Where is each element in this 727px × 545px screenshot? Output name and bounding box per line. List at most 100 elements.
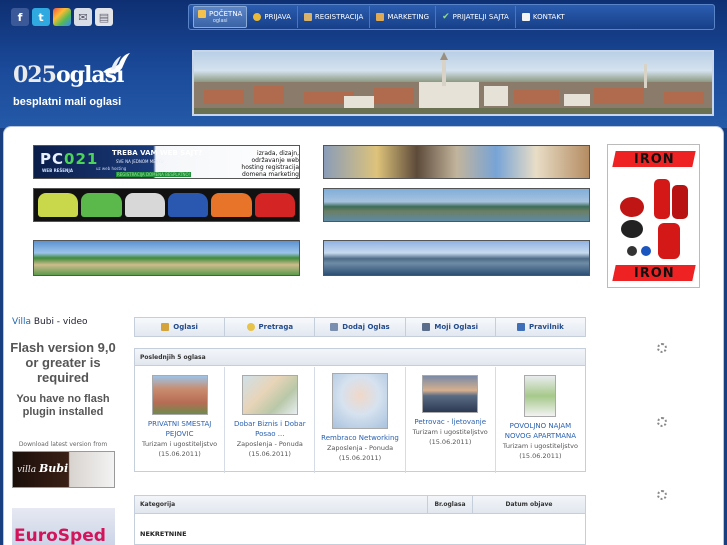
banner-collage-1[interactable] bbox=[323, 145, 590, 179]
listing-thumbnail[interactable] bbox=[151, 375, 208, 415]
home-icon bbox=[198, 10, 206, 18]
listing-date: (15.06.2011) bbox=[338, 454, 382, 462]
banner-fortress[interactable] bbox=[323, 188, 590, 222]
download-link[interactable]: Download latest version from bbox=[8, 441, 118, 448]
site-header: f t ✉ ▤ POČETNA oglasi PRIJAVA REGISTRAC… bbox=[0, 0, 727, 128]
nav-item-prijatelji-sajta[interactable]: ✔ PRIJATELJI SAJTA bbox=[436, 6, 516, 28]
flash-version-message: Flash version 9,0 or greater is required bbox=[10, 340, 116, 385]
tab-label: Pretraga bbox=[258, 323, 294, 331]
banner-cars[interactable] bbox=[33, 188, 300, 222]
iron-logo-bottom: IRON bbox=[612, 265, 696, 281]
listing-tabs: Oglasi Pretraga Dodaj Oglas Moji Oglasi … bbox=[134, 317, 586, 337]
banner-line4: REGISTRACIJA DOMENA BESPLATNO! bbox=[116, 172, 192, 177]
list-item[interactable]: POVOLJNO NAJAM NOVOG APARTMANA Turizam i… bbox=[496, 367, 585, 473]
my-listings-icon bbox=[422, 323, 431, 331]
eurosped-banner[interactable]: EuroSped bbox=[12, 508, 115, 545]
banner-headline: TREBA VAM WEB SAJT? bbox=[112, 149, 203, 157]
book-icon bbox=[517, 323, 526, 331]
category-table: Kategorija Br.oglasa Datum objave NEKRET… bbox=[134, 495, 586, 545]
latest-listings: Poslednjih 5 oglasa PRIVATNI SMESTAJ PEJ… bbox=[134, 348, 586, 473]
facebook-icon[interactable]: f bbox=[11, 8, 29, 26]
list-item[interactable]: Petrovac - ljetovanje Turizam i ugostite… bbox=[406, 367, 496, 473]
category-section-title: NEKRETNINE bbox=[140, 530, 187, 538]
tab-dodaj-oglas[interactable]: Dodaj Oglas bbox=[315, 318, 406, 336]
listing-thumbnail[interactable] bbox=[332, 373, 388, 429]
main-nav: POČETNA oglasi PRIJAVA REGISTRACIJA MARK… bbox=[188, 4, 715, 30]
column-header-count: Br.oglasa bbox=[428, 496, 473, 513]
folder-icon bbox=[303, 13, 312, 21]
banner-line2: SVE NA JEDNOM MESTU bbox=[116, 159, 164, 164]
add-listing-icon bbox=[330, 323, 339, 331]
banner-brand: PC021 bbox=[40, 150, 99, 168]
listing-title[interactable]: PRIVATNI SMESTAJ PEJOVIC bbox=[135, 419, 224, 439]
social-icons: f t ✉ ▤ bbox=[11, 8, 113, 26]
banner-lake[interactable] bbox=[323, 240, 590, 276]
dove-icon bbox=[103, 53, 130, 74]
banner-line3: uz web hosting bbox=[96, 166, 127, 171]
listing-thumbnail[interactable] bbox=[241, 375, 298, 415]
tab-label: Pravilnik bbox=[529, 323, 564, 331]
site-logo[interactable]: 025oglasi besplatni mali oglasi bbox=[13, 52, 133, 112]
tab-pretraga[interactable]: Pretraga bbox=[225, 318, 316, 336]
listing-title[interactable]: POVOLJNO NAJAM NOVOG APARTMANA bbox=[496, 421, 585, 441]
listing-date: (15.06.2011) bbox=[519, 452, 562, 460]
listing-category: Zaposlenja - Ponuda bbox=[326, 444, 394, 452]
listing-category: Turizam i ugostiteljstvo bbox=[412, 428, 488, 436]
check-icon: ✔ bbox=[442, 12, 450, 22]
twitter-icon[interactable]: t bbox=[32, 8, 50, 26]
tab-oglasi[interactable]: Oglasi bbox=[135, 318, 226, 336]
flash-missing-message: You have no flash plugin installed bbox=[16, 393, 110, 418]
nav-item-prijava[interactable]: PRIJAVA bbox=[247, 6, 298, 28]
tab-label: Moji Oglasi bbox=[434, 323, 479, 331]
nav-label: KONTAKT bbox=[532, 13, 565, 21]
delicious-icon[interactable] bbox=[53, 8, 71, 26]
key-icon bbox=[253, 13, 262, 21]
tab-label: Oglasi bbox=[173, 323, 198, 331]
nav-label: POČETNA bbox=[209, 10, 243, 18]
list-item[interactable]: Rembraco Networking Zaposlenja - Ponuda … bbox=[315, 367, 406, 473]
listing-title[interactable]: Rembraco Networking bbox=[315, 433, 404, 443]
panorama-buildings bbox=[194, 52, 712, 114]
tab-moji-oglasi[interactable]: Moji Oglasi bbox=[405, 318, 496, 336]
listing-title[interactable]: Petrovac - ljetovanje bbox=[406, 417, 495, 427]
listing-date: (15.06.2011) bbox=[158, 450, 201, 458]
listing-thumbnail[interactable] bbox=[422, 375, 479, 413]
listing-title[interactable]: Dobar Biznis i Dobar Posao ... bbox=[225, 419, 314, 439]
home-icon bbox=[161, 323, 170, 331]
eurosped-logo: EuroSped bbox=[14, 526, 106, 545]
tab-pravilnik[interactable]: Pravilnik bbox=[495, 318, 586, 336]
nav-label: PRIJATELJI SAJTA bbox=[452, 13, 509, 21]
print-icon[interactable]: ▤ bbox=[95, 8, 113, 26]
iron-logo-top: IRON bbox=[612, 151, 696, 167]
banner-resort[interactable] bbox=[33, 240, 300, 276]
banner-sub: WEB REŠENJA bbox=[42, 168, 73, 173]
boxing-gear-image bbox=[620, 179, 688, 259]
nav-item-kontakt[interactable]: KONTAKT bbox=[516, 6, 571, 28]
loading-spinner-icon bbox=[657, 417, 667, 427]
loading-spinner-icon bbox=[657, 343, 667, 353]
nav-item-marketing[interactable]: MARKETING bbox=[370, 6, 437, 28]
nav-label: MARKETING bbox=[387, 13, 430, 21]
list-item[interactable]: PRIVATNI SMESTAJ PEJOVIC Turizam i ugost… bbox=[135, 367, 226, 473]
nav-item-registracija[interactable]: REGISTRACIJA bbox=[298, 6, 371, 28]
tab-label: Dodaj Oglas bbox=[342, 323, 390, 331]
banner-pc021[interactable]: PC021 WEB REŠENJA TREBA VAM WEB SAJT? SV… bbox=[33, 145, 300, 179]
nav-sublabel: oglasi bbox=[212, 18, 228, 24]
latest-row: PRIVATNI SMESTAJ PEJOVIC Turizam i ugost… bbox=[135, 367, 585, 473]
listing-category: Zaposlenja - Ponuda bbox=[236, 440, 303, 448]
banner-iron[interactable]: IRON IRON bbox=[607, 144, 700, 288]
nav-label: REGISTRACIJA bbox=[314, 13, 364, 21]
category-table-header: Kategorija Br.oglasa Datum objave bbox=[135, 496, 585, 514]
loading-spinner-icon bbox=[657, 490, 667, 500]
video-title: Villa Bubi - video bbox=[12, 317, 88, 327]
listing-date: (15.06.2011) bbox=[248, 450, 291, 458]
listing-thumbnail[interactable] bbox=[524, 375, 557, 417]
listing-category: Turizam i ugostiteljstvo bbox=[142, 440, 218, 448]
nav-item-pocetna[interactable]: POČETNA oglasi bbox=[193, 6, 248, 28]
villa-banner-text: villa Bubi bbox=[17, 462, 69, 475]
list-item[interactable]: Dobar Biznis i Dobar Posao ... Zaposlenj… bbox=[225, 367, 316, 473]
envelope-icon bbox=[521, 13, 530, 21]
mail-icon[interactable]: ✉ bbox=[74, 8, 92, 26]
villa-bubi-banner[interactable]: villa Bubi bbox=[12, 451, 115, 488]
search-icon bbox=[246, 323, 255, 331]
